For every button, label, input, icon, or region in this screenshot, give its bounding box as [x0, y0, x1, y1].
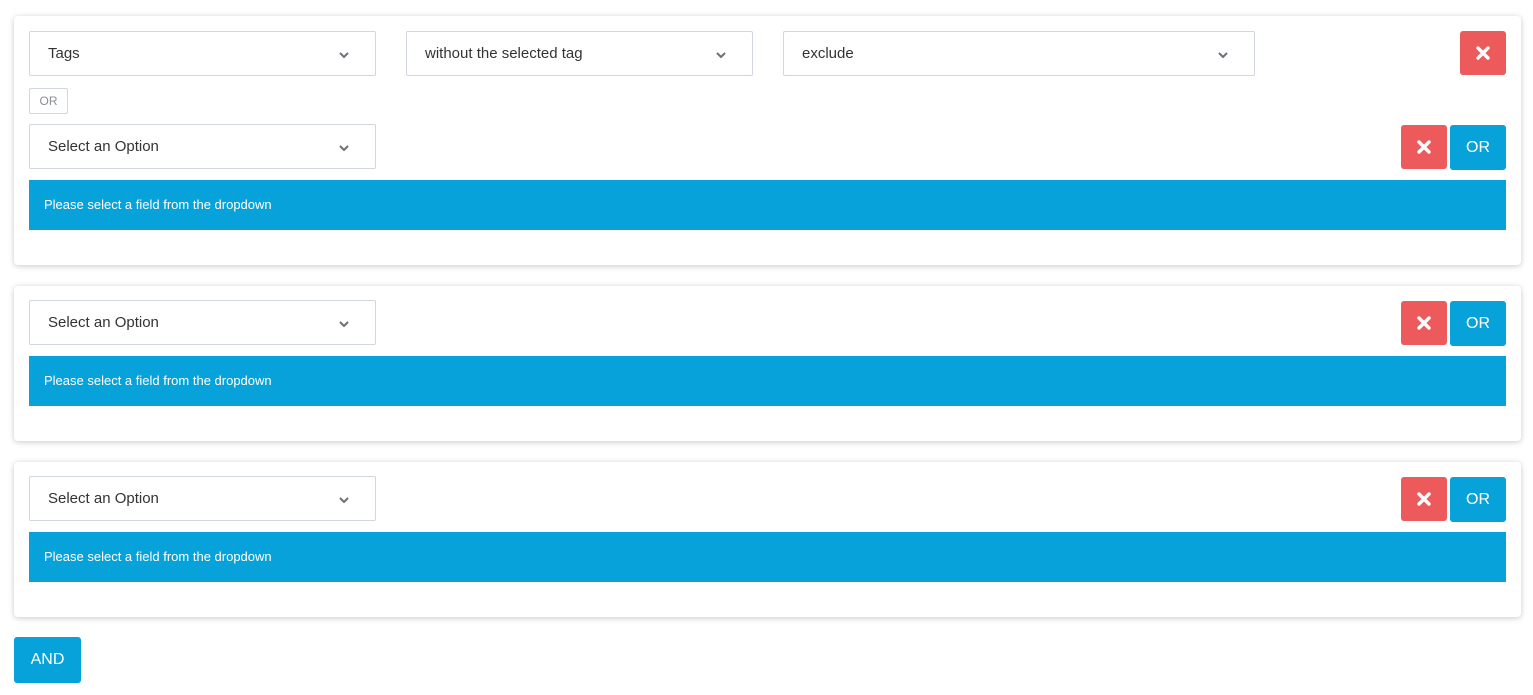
- add-and-group-button[interactable]: AND: [14, 637, 81, 683]
- field-select[interactable]: Select an Option: [29, 124, 376, 169]
- condition-group-1: Tags without the selected tag exclude OR…: [14, 16, 1521, 265]
- or-separator-tag: OR: [29, 88, 68, 114]
- value-select[interactable]: exclude: [783, 31, 1255, 76]
- field-select-value: Select an Option: [48, 138, 159, 155]
- field-select[interactable]: Select an Option: [29, 300, 376, 345]
- chevron-down-icon: [716, 52, 726, 59]
- chevron-down-icon: [339, 497, 349, 504]
- condition-group-3: Select an Option OR Please select a fiel…: [14, 462, 1521, 617]
- chevron-down-icon: [339, 321, 349, 328]
- add-or-condition-button[interactable]: OR: [1450, 477, 1506, 522]
- chevron-down-icon: [339, 52, 349, 59]
- remove-condition-button[interactable]: [1401, 477, 1447, 521]
- add-or-condition-button[interactable]: OR: [1450, 125, 1506, 170]
- close-icon: [1417, 316, 1431, 330]
- chevron-down-icon: [1218, 52, 1228, 59]
- field-select-value: Tags: [48, 45, 80, 62]
- field-select[interactable]: Tags: [29, 31, 376, 76]
- select-field-info-message: Please select a field from the dropdown: [29, 180, 1506, 230]
- chevron-down-icon: [339, 145, 349, 152]
- condition-group-2: Select an Option OR Please select a fiel…: [14, 286, 1521, 441]
- operator-select[interactable]: without the selected tag: [406, 31, 753, 76]
- field-select-value: Select an Option: [48, 314, 159, 331]
- close-icon: [1417, 492, 1431, 506]
- remove-condition-button[interactable]: [1401, 125, 1447, 169]
- field-select[interactable]: Select an Option: [29, 476, 376, 521]
- field-select-value: Select an Option: [48, 490, 159, 507]
- value-select-value: exclude: [802, 45, 854, 62]
- add-or-condition-button[interactable]: OR: [1450, 301, 1506, 346]
- select-field-info-message: Please select a field from the dropdown: [29, 356, 1506, 406]
- close-icon: [1417, 140, 1431, 154]
- remove-condition-button[interactable]: [1460, 31, 1506, 75]
- operator-select-value: without the selected tag: [425, 45, 583, 62]
- select-field-info-message: Please select a field from the dropdown: [29, 532, 1506, 582]
- close-icon: [1476, 46, 1490, 60]
- remove-condition-button[interactable]: [1401, 301, 1447, 345]
